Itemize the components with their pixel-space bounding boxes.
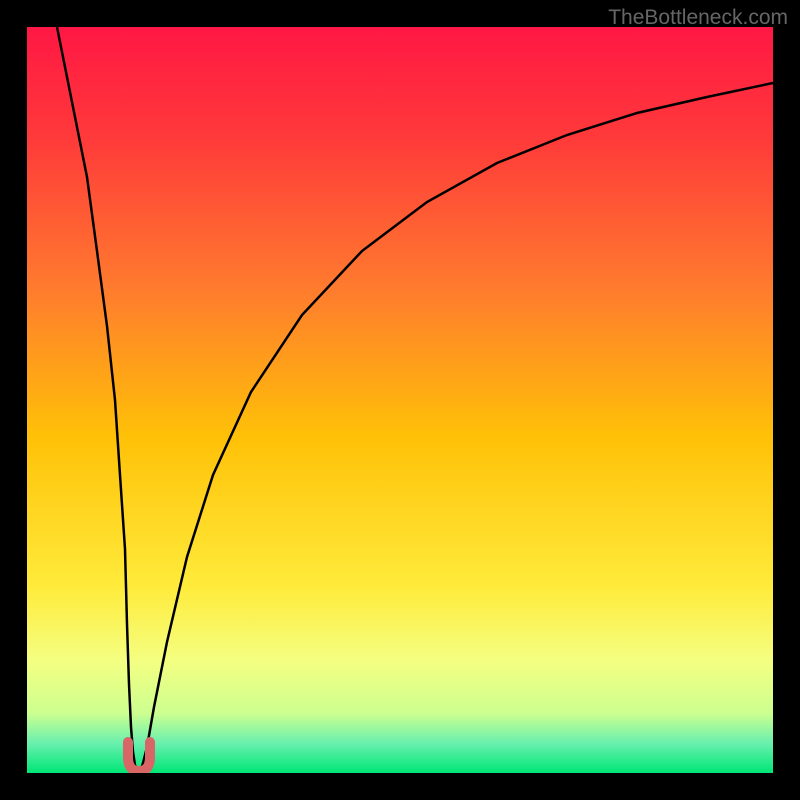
chart-container: TheBottleneck.com xyxy=(0,0,800,800)
bottleneck-curve xyxy=(27,27,773,773)
minimum-marker-icon xyxy=(128,742,150,771)
watermark-text: TheBottleneck.com xyxy=(608,6,788,30)
curve-path xyxy=(57,27,773,769)
plot-area xyxy=(27,27,773,773)
